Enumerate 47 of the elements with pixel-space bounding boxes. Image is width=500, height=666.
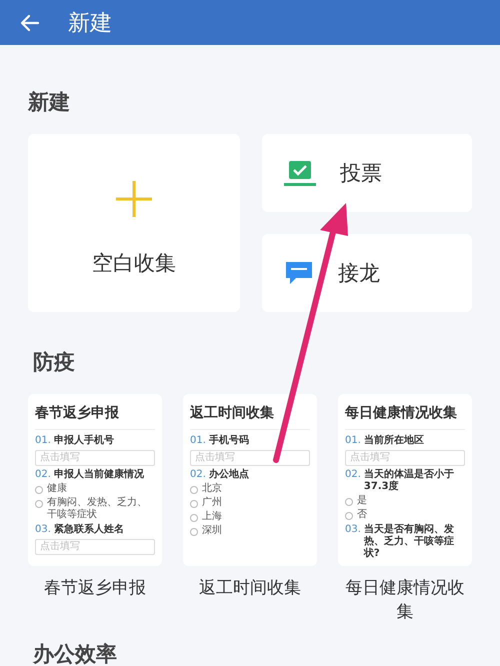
template-name: 返工时间收集 — [198, 577, 302, 600]
question-number: 02. — [35, 469, 51, 481]
screen-title: 新建 — [68, 10, 112, 38]
input-field: 点击填写 — [35, 450, 155, 466]
question-number: 02. — [345, 469, 361, 482]
template-title: 返工时间收集 — [190, 404, 275, 422]
option-label: 健康 — [47, 483, 67, 495]
question-number: 03. — [35, 524, 51, 536]
option-label: 上海 — [202, 511, 222, 523]
option-label: 广州 — [202, 497, 222, 509]
checkbox-icon — [284, 159, 316, 187]
template-preview-card[interactable]: 春节返乡申报 01. 申报人手机号 点击填写 02. 申报人当前健康情况 健康 有胸闷、发热、乏力、干咳等症状 03. 紧急联系人姓名 点击填写 — [28, 394, 162, 566]
template-title: 春节返乡申报 — [35, 404, 120, 422]
question-text: 申报人手机号 — [54, 435, 114, 447]
input-field: 点击填写 — [35, 539, 155, 555]
question-text: 当天的体温是否小于37.3度 — [364, 469, 455, 493]
chat-bubble-icon — [284, 260, 314, 286]
question-number: 02. — [190, 469, 206, 481]
option-label: 是 — [357, 495, 367, 507]
template-name: 春节返乡申报 — [43, 577, 147, 600]
question-text: 紧急联系人姓名 — [54, 524, 124, 536]
section-title: 办公效率 — [33, 642, 118, 666]
create-card[interactable]: 投票 — [262, 134, 472, 212]
input-field: 点击填写 — [345, 450, 465, 466]
template-name: 每日健康情况收集 — [344, 577, 466, 624]
option-label: 北京 — [202, 483, 222, 495]
blank-collection-card[interactable]: 空白收集 — [28, 134, 240, 312]
question-text: 当天是否有胸闷、发热、乏力、干咳等症状? — [364, 524, 455, 560]
option-label: 有胸闷、发热、乏力、干咳等症状 — [47, 497, 148, 521]
question-text: 当前所在地区 — [364, 435, 424, 447]
section-title: 新建 — [28, 90, 71, 114]
template-title: 每日健康情况收集 — [345, 404, 458, 422]
template-preview-card[interactable]: 每日健康情况收集 01. 当前所在地区 点击填写 02. 当天的体温是否小于37.3度 是 否 03. 当天是否有胸闷、发热、乏力、干咳等症状? — [338, 394, 472, 566]
option-label: 否 — [357, 509, 367, 521]
option-label: 深圳 — [202, 525, 222, 537]
question-text: 申报人当前健康情况 — [54, 469, 144, 481]
template-preview-card[interactable]: 返工时间收集 01. 手机号码 点击填写 02. 办公地点 北京 广州 上海 深圳 — [183, 394, 317, 566]
create-card[interactable]: 接龙 — [262, 234, 472, 312]
question-number: 01. — [35, 435, 51, 447]
question-number: 01. — [345, 435, 361, 447]
question-text: 办公地点 — [208, 469, 249, 481]
plus-icon — [114, 179, 154, 219]
question-number: 03. — [345, 524, 361, 537]
input-field: 点击填写 — [190, 450, 310, 466]
section-title: 防疫 — [33, 350, 76, 374]
question-text: 手机号码 — [208, 435, 249, 447]
question-number: 01. — [190, 435, 206, 447]
